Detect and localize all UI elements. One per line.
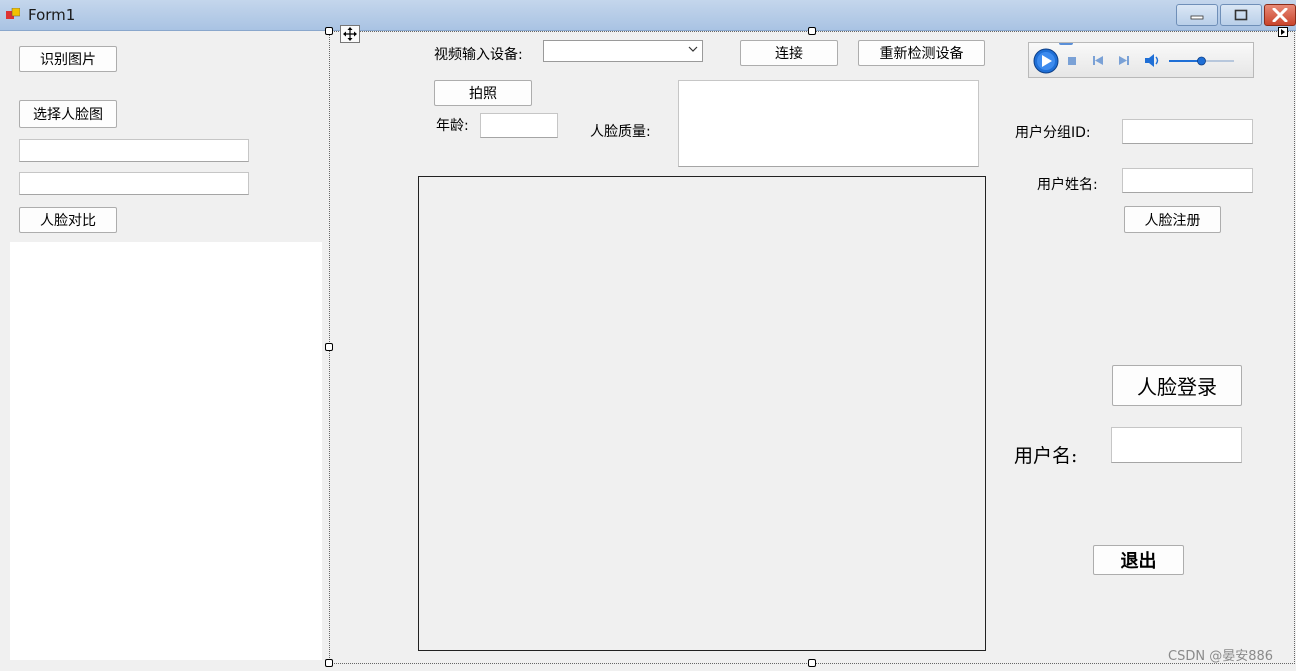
move-handle-icon[interactable] [340, 25, 360, 43]
age-label: 年龄: [436, 118, 469, 134]
restore-icon [1221, 5, 1261, 25]
select-face-image-button[interactable]: 选择人脸图 [19, 100, 117, 128]
stop-icon[interactable] [1068, 57, 1076, 65]
media-player[interactable] [1028, 42, 1254, 78]
face-path-input-2[interactable] [19, 172, 249, 195]
volume-slider-thumb[interactable] [1197, 56, 1206, 66]
take-photo-button[interactable]: 拍照 [434, 80, 532, 106]
next-icon[interactable] [1119, 56, 1129, 65]
video-device-select[interactable] [543, 40, 703, 62]
connect-button[interactable]: 连接 [740, 40, 838, 66]
volume-fill [1169, 60, 1202, 62]
resize-handle[interactable] [325, 659, 333, 667]
user-name-label: 用户姓名: [1037, 177, 1098, 193]
maximize-button[interactable] [1220, 4, 1262, 26]
face-quality-label: 人脸质量: [590, 124, 651, 140]
recognize-image-button[interactable]: 识别图片 [19, 46, 117, 72]
camera-picture-box [418, 176, 986, 651]
resize-handle[interactable] [325, 343, 333, 351]
app-icon [6, 7, 21, 22]
volume-icon[interactable] [1145, 54, 1159, 67]
result-panel [10, 242, 322, 660]
watermark: CSDN @晏安886 [1168, 649, 1274, 664]
window-title: Form1 [28, 6, 76, 24]
title-bar [0, 0, 1296, 31]
user-name-input[interactable] [1122, 168, 1253, 193]
username-label: 用户名: [1014, 445, 1078, 467]
seek-indicator [1059, 43, 1073, 45]
exit-button[interactable]: 退出 [1093, 545, 1184, 575]
close-icon [1265, 5, 1295, 25]
chevron-down-icon [688, 43, 698, 57]
resize-handle[interactable] [808, 659, 816, 667]
smart-tag-icon[interactable] [1278, 27, 1288, 37]
play-icon[interactable] [1033, 48, 1059, 74]
face-compare-button[interactable]: 人脸对比 [19, 207, 117, 233]
face-path-input-1[interactable] [19, 139, 249, 162]
minimize-icon [1177, 5, 1217, 25]
age-input[interactable] [480, 113, 558, 138]
group-id-label: 用户分组ID: [1015, 125, 1091, 141]
group-id-input[interactable] [1122, 119, 1253, 144]
minimize-button[interactable] [1176, 4, 1218, 26]
previous-icon[interactable] [1093, 56, 1103, 65]
redetect-device-button[interactable]: 重新检测设备 [858, 40, 985, 66]
video-device-label: 视频输入设备: [434, 47, 523, 63]
face-quality-textbox[interactable] [678, 80, 979, 167]
close-button[interactable] [1264, 4, 1296, 26]
face-register-button[interactable]: 人脸注册 [1124, 206, 1221, 233]
resize-handle[interactable] [325, 27, 333, 35]
resize-handle[interactable] [808, 27, 816, 35]
face-login-button[interactable]: 人脸登录 [1112, 365, 1242, 406]
username-input[interactable] [1111, 427, 1242, 463]
